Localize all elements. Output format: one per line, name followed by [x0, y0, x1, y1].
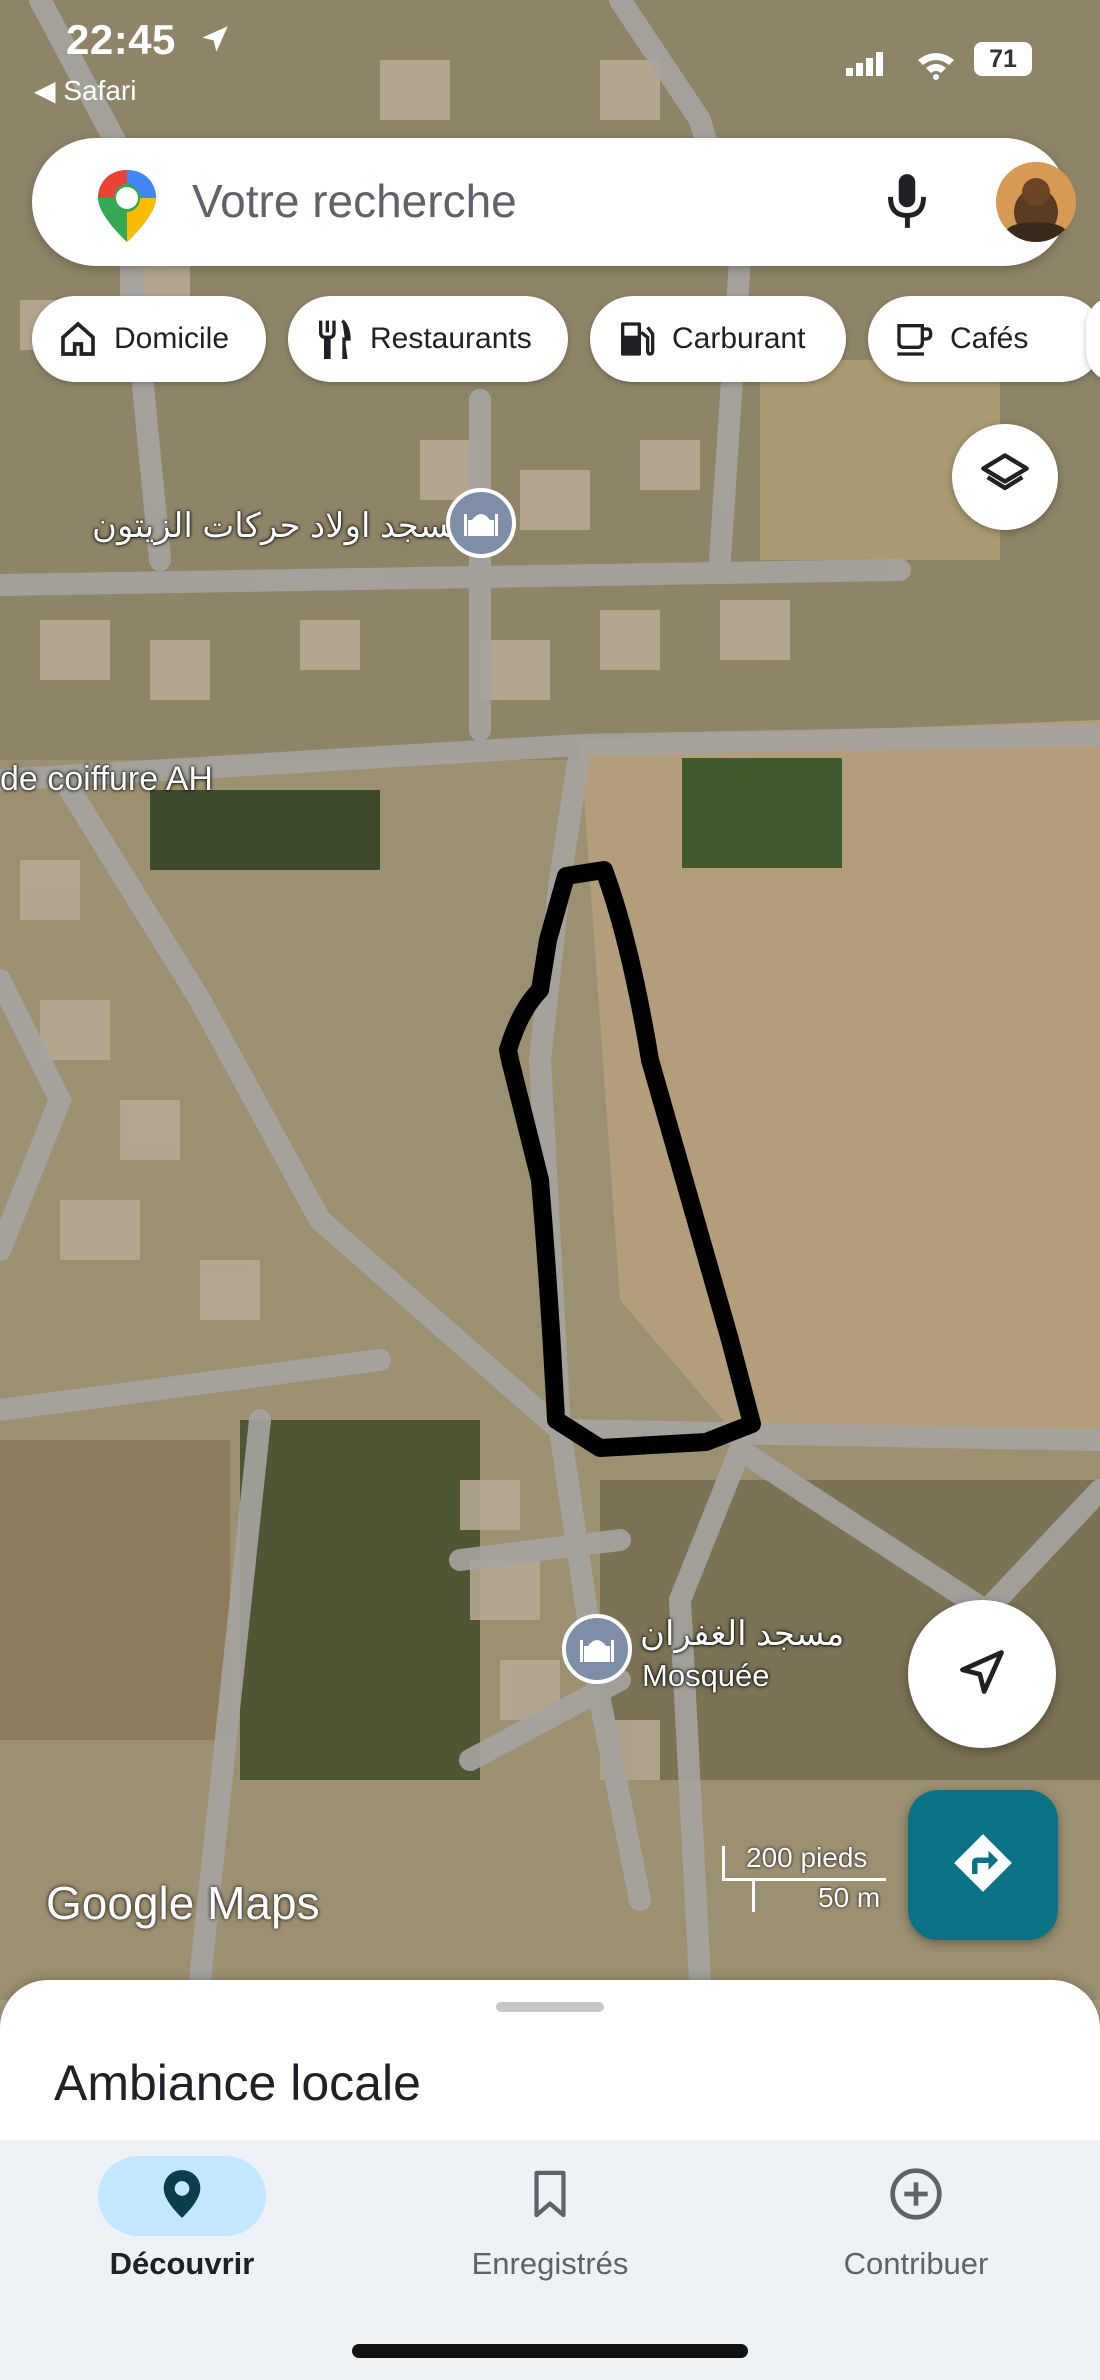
chip-label: Domicile	[114, 322, 230, 355]
mosque-pin-icon[interactable]	[446, 488, 516, 558]
map-label-mosque-bottom[interactable]: مسجد الغفران	[640, 1614, 844, 1654]
nav-label: Contribuer	[843, 2246, 989, 2281]
add-circle-icon	[888, 2166, 944, 2227]
chip-label: Restaurants	[370, 322, 532, 355]
bookmark-icon	[530, 2169, 570, 2224]
chip-label: Cafés	[950, 322, 1029, 355]
status-time: 22:45	[66, 16, 176, 63]
microphone-icon[interactable]	[882, 170, 932, 237]
map-label-coiffure[interactable]: de coiffure AH	[0, 760, 213, 799]
sheet-title: Ambiance locale	[54, 2055, 421, 2111]
nav-contribuer[interactable]: Contribuer	[766, 2156, 1066, 2306]
location-arrow-icon	[198, 22, 232, 61]
battery-indicator: 71	[974, 42, 1032, 76]
chip-domicile[interactable]: Domicile	[32, 296, 266, 382]
home-indicator	[352, 2344, 748, 2358]
chip-cafes[interactable]: Cafés	[868, 296, 1100, 382]
map-label-mosque-type: Mosquée	[642, 1658, 770, 1693]
nav-enregistres[interactable]: Enregistrés	[400, 2156, 700, 2306]
home-icon	[56, 317, 100, 361]
chip-label: Carburant	[672, 322, 806, 355]
nav-label: Découvrir	[109, 2246, 255, 2281]
user-avatar[interactable]	[996, 162, 1076, 242]
coffee-cup-icon	[892, 317, 936, 361]
google-maps-pin-icon	[94, 168, 160, 249]
nav-icon-wrap	[832, 2156, 1000, 2236]
status-bar: 22:45 ◀ Safari 71	[0, 0, 1100, 120]
chip-carburant[interactable]: Carburant	[590, 296, 846, 382]
google-maps-logo: Google Maps	[46, 1877, 320, 1929]
scale-meters-label: 50 m	[818, 1882, 881, 1913]
search-input[interactable]: Votre recherche	[192, 174, 517, 228]
nav-label: Enregistrés	[471, 2246, 629, 2281]
fuel-pump-icon	[614, 317, 658, 361]
back-to-safari[interactable]: ◀ Safari	[34, 74, 136, 107]
layers-icon	[979, 449, 1031, 506]
map-scale: 200 pieds 50 m	[722, 1842, 892, 1913]
search-bar[interactable]: Votre recherche	[32, 138, 1076, 266]
directions-button[interactable]	[908, 1790, 1058, 1940]
nav-icon-wrap	[466, 2156, 634, 2236]
scale-feet-label: 200 pieds	[746, 1842, 868, 1873]
nav-decouvrir[interactable]: Découvrir	[32, 2156, 332, 2306]
map-label-mosque-top[interactable]: مسجد اولاد حركات الزيتون	[92, 506, 468, 546]
navigation-arrow-icon	[956, 1646, 1008, 1703]
fork-knife-icon	[312, 317, 356, 361]
mosque-pin-icon[interactable]	[562, 1614, 632, 1684]
layers-button[interactable]	[952, 424, 1058, 530]
sheet-drag-handle[interactable]	[496, 2002, 604, 2012]
directions-icon	[950, 1830, 1016, 1901]
my-location-button[interactable]	[908, 1600, 1056, 1748]
nav-active-pill	[98, 2156, 266, 2236]
wifi-icon	[916, 50, 956, 85]
bottom-sheet[interactable]: Ambiance locale	[0, 1980, 1100, 2140]
location-pin-icon	[160, 2168, 204, 2225]
cellular-signal-icon	[846, 52, 886, 81]
chip-restaurants[interactable]: Restaurants	[288, 296, 568, 382]
